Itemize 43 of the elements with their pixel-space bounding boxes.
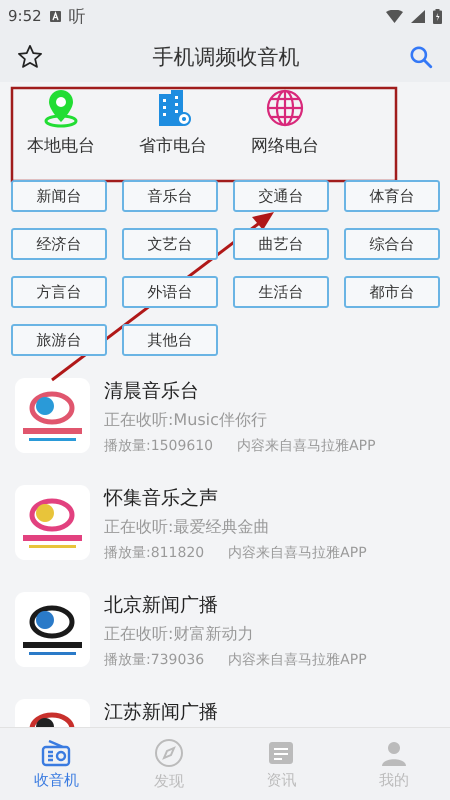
station-name[interactable]: 北京新闻广播 xyxy=(104,592,367,618)
app-notification-glyph: 听 xyxy=(68,6,86,28)
source-note: 内容来自喜马拉雅APP xyxy=(228,651,367,669)
signal-icon xyxy=(411,10,425,22)
station-name[interactable]: 怀集音乐之声 xyxy=(104,485,367,511)
radio-icon xyxy=(41,738,72,766)
station-name[interactable]: 江苏新闻广播 xyxy=(104,699,218,725)
now-playing-text: 正在收听:最爱经典金曲 xyxy=(104,517,270,538)
star-icon[interactable] xyxy=(16,43,44,71)
app-title: 手机调频收音机 xyxy=(152,44,300,71)
play-count: 播放量:1509610 xyxy=(104,437,214,455)
wifi-icon xyxy=(386,10,403,22)
search-icon[interactable] xyxy=(408,44,434,70)
category-item[interactable]: 网络电台 xyxy=(238,88,332,172)
source-note: 内容来自喜马拉雅APP xyxy=(228,544,367,562)
category-tag[interactable]: 曲艺台 xyxy=(233,228,329,260)
battery-icon xyxy=(433,8,442,24)
category-tag[interactable]: 其他台 xyxy=(122,324,218,356)
now-playing-text: 正在收听:Music伴你行 xyxy=(104,410,268,431)
category-tag[interactable]: 外语台 xyxy=(122,276,218,308)
category-tag[interactable]: 交通台 xyxy=(233,180,329,212)
play-count: 播放量:811820 xyxy=(104,544,204,562)
category-tag[interactable]: 都市台 xyxy=(344,276,440,308)
category-tag[interactable]: 体育台 xyxy=(344,180,440,212)
globe-icon xyxy=(265,88,305,128)
category-tag[interactable]: 方言台 xyxy=(11,276,107,308)
category-tag[interactable]: 综合台 xyxy=(344,228,440,260)
notification-icon xyxy=(50,10,61,22)
station-name[interactable]: 清晨音乐台 xyxy=(104,378,376,404)
category-item[interactable]: 本地电台 xyxy=(14,88,108,172)
category-tag[interactable]: 经济台 xyxy=(11,228,107,260)
category-item[interactable]: 省市电台 xyxy=(126,88,220,172)
category-tag[interactable]: 音乐台 xyxy=(122,180,218,212)
play-count: 播放量:739036 xyxy=(104,651,204,669)
status-time: 9:52 xyxy=(8,7,42,25)
category-tag[interactable]: 文艺台 xyxy=(122,228,218,260)
category-tag[interactable]: 新闻台 xyxy=(11,180,107,212)
now-playing-text: 正在收听:财富新动力 xyxy=(104,624,254,645)
category-tag[interactable]: 旅游台 xyxy=(11,324,107,356)
category-tag[interactable]: 生活台 xyxy=(233,276,329,308)
source-note: 内容来自喜马拉雅APP xyxy=(237,437,376,455)
compass-icon xyxy=(154,738,184,768)
tab-item[interactable]: 收音机 xyxy=(0,728,112,800)
